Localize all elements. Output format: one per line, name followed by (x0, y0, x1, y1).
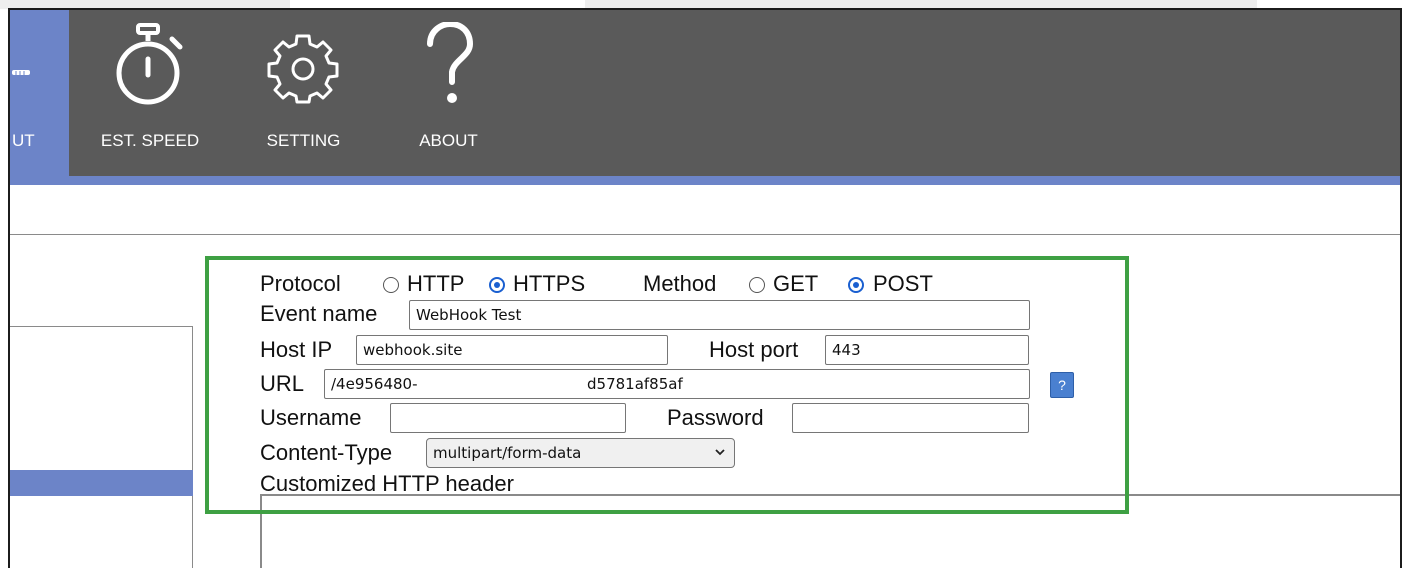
gear-icon (267, 34, 339, 104)
highlight-box (205, 256, 1129, 514)
nav-item-about[interactable]: ABOUT (376, 10, 521, 185)
nav-label: SETTING (266, 131, 341, 150)
nav-item-output[interactable]: UT (10, 10, 69, 185)
speedometer-icon (12, 70, 30, 75)
app-window: UT EST. SPEED SETTING ABOUT Protocol HTT… (8, 8, 1402, 568)
nav-item-est-speed[interactable]: EST. SPEED (69, 10, 231, 185)
nav-label: UT (12, 131, 35, 150)
nav-item-setting[interactable]: SETTING (231, 10, 376, 185)
nav-label: ABOUT (419, 131, 478, 150)
nav-label: EST. SPEED (100, 131, 200, 150)
question-icon (427, 22, 474, 103)
left-panel-selected-row[interactable] (10, 470, 193, 496)
content-divider (10, 234, 1400, 235)
left-panel (10, 326, 193, 568)
stopwatch-icon (116, 23, 183, 105)
